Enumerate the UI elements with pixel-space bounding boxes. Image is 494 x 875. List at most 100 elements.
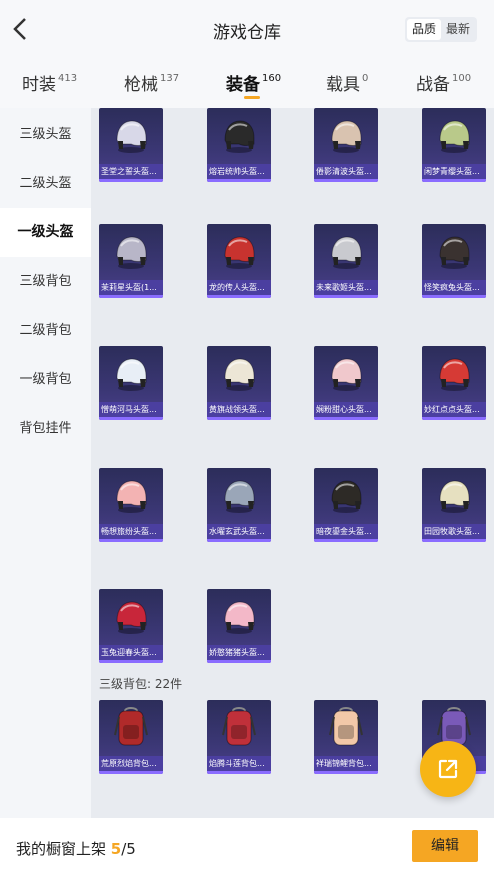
helmet-icon [207,224,271,280]
helmet-name: 黄旗战领头盔... [207,402,271,417]
helmet-name: 熔岩统帅头盔... [207,164,271,179]
helmet-name: 憎萌河马头盔... [99,402,163,417]
category-tabs: 时装 413 枪械 137 装备 160 载具 0 战备 100 [0,58,494,108]
helmet-card[interactable]: 田园牧歌头盔... [422,468,486,542]
helmet-icon [207,589,271,645]
helmet-name: 娴粉甜心头盔... [314,402,378,417]
rarity-bar [207,539,271,542]
backpack-icon [207,700,271,756]
backpack-card[interactable]: 祥瑞锦鲤背包... [314,700,378,774]
backpack-name: 荒原烈焰背包... [99,756,163,771]
helmet-card[interactable]: 妙红点点头盔... [422,346,486,420]
helmet-card[interactable]: 闲梦青缨头盔... [422,108,486,182]
helmet-card[interactable]: 龙的传人头盔... [207,224,271,298]
helmet-card[interactable]: 玉兔迎春头盔... [99,589,163,663]
active-tab-indicator [244,96,260,99]
helmet-name: 龙的传人头盔... [207,280,271,295]
tab-count: 137 [160,73,180,84]
helmet-icon [207,468,271,524]
helmet-card[interactable]: 圣堂之誓头盔... [99,108,163,182]
helmet-card[interactable]: 倦影清波头盔... [314,108,378,182]
edit-button[interactable]: 编辑 [412,830,478,862]
showcase-label: 我的橱窗上架 [16,840,107,858]
backpack-section-label: 三级背包: 22件 [99,677,183,691]
rarity-bar [99,417,163,420]
rarity-bar [207,295,271,298]
showcase-current-count: 5 [110,840,122,858]
rarity-bar [422,417,486,420]
backpack-card[interactable]: 荒原烈焰背包... [99,700,163,774]
helmet-icon [422,224,486,280]
sidebar-item-level1-helmet[interactable]: 一级头盔 [0,208,91,257]
rarity-bar [422,539,486,542]
sidebar-item-level2-helmet[interactable]: 二级头盔 [0,159,91,208]
helmet-name: 田园牧歌头盔... [422,524,486,539]
showcase-bar: 我的橱窗上架 5/5 编辑 [0,818,494,875]
sort-quality-option[interactable]: 品质 [407,19,441,40]
helmet-card[interactable]: 水曜玄武头盔... [207,468,271,542]
sidebar-item-backpack-pendant[interactable]: 背包挂件 [0,404,91,453]
tab-guns[interactable]: 枪械 137 [124,70,179,95]
helmet-name: 倦影清波头盔... [314,164,378,179]
helmet-card[interactable]: 熔岩统帅头盔... [207,108,271,182]
helmet-name: 妙红点点头盔... [422,402,486,417]
rarity-bar [207,771,271,774]
helmet-icon [422,468,486,524]
sort-toggle[interactable]: 品质 最新 [405,17,477,42]
backpack-card[interactable]: 焰腾斗莲背包... [207,700,271,774]
rarity-bar [314,179,378,182]
helmet-card[interactable]: 憎萌河马头盔... [99,346,163,420]
tab-label: 装备 [226,75,260,95]
rarity-bar [314,417,378,420]
share-external-icon [438,759,458,779]
rarity-bar [422,295,486,298]
helmet-card[interactable]: 暗夜鎏金头盔... [314,468,378,542]
tab-fashion[interactable]: 时装 413 [22,70,77,95]
helmet-icon [99,589,163,645]
helmet-icon [314,468,378,524]
helmet-name: 畅想旅纷头盔... [99,524,163,539]
sidebar: 三级头盔 二级头盔 一级头盔 三级背包 二级背包 一级背包 背包挂件 [0,108,91,818]
item-grid: 三级背包: 22件 圣堂之誓头盔... 熔岩统帅头盔... 倦影清波头盔... 闲梦青… [91,108,494,818]
helmet-card[interactable]: 怪笑疯兔头盔... [422,224,486,298]
helmet-name: 怪笑疯兔头盔... [422,280,486,295]
rarity-bar [99,771,163,774]
helmet-icon [314,346,378,402]
tab-label: 枪械 [124,75,158,95]
tab-label: 战备 [416,75,450,95]
rarity-bar [314,771,378,774]
tab-vehicles[interactable]: 载具 0 [326,70,368,95]
rarity-bar [207,417,271,420]
helmet-name: 圣堂之誓头盔... [99,164,163,179]
tab-label: 载具 [326,75,360,95]
helmet-name: 暗夜鎏金头盔... [314,524,378,539]
helmet-card[interactable]: 畅想旅纷头盔... [99,468,163,542]
sidebar-item-level2-backpack[interactable]: 二级背包 [0,306,91,355]
rarity-bar [99,539,163,542]
rarity-bar [207,660,271,663]
helmet-card[interactable]: 茉莉星头盔(1... [99,224,163,298]
helmet-icon [99,224,163,280]
helmet-name: 玉兔迎春头盔... [99,645,163,660]
showcase-total-count: /5 [121,840,136,858]
helmet-icon [99,108,163,164]
helmet-icon [422,346,486,402]
sort-newest-option[interactable]: 最新 [441,19,475,40]
sidebar-item-level1-backpack[interactable]: 一级背包 [0,355,91,404]
tab-supplies[interactable]: 战备 100 [416,70,471,95]
helmet-card[interactable]: 黄旗战领头盔... [207,346,271,420]
helmet-card[interactable]: 娴粉甜心头盔... [314,346,378,420]
helmet-name: 娇憨猪猪头盔... [207,645,271,660]
helmet-card[interactable]: 娇憨猪猪头盔... [207,589,271,663]
tab-count: 413 [58,73,78,84]
helmet-card[interactable]: 未来歌姬头盔... [314,224,378,298]
sidebar-item-level3-backpack[interactable]: 三级背包 [0,257,91,306]
tab-label: 时装 [22,75,56,95]
helmet-name: 闲梦青缨头盔... [422,164,486,179]
share-button[interactable] [420,741,476,797]
tab-count: 0 [362,73,369,84]
header: 游戏仓库 品质 最新 [0,0,494,58]
sidebar-item-level3-helmet[interactable]: 三级头盔 [0,110,91,159]
tab-equipment[interactable]: 装备 160 [226,70,281,95]
helmet-icon [99,468,163,524]
